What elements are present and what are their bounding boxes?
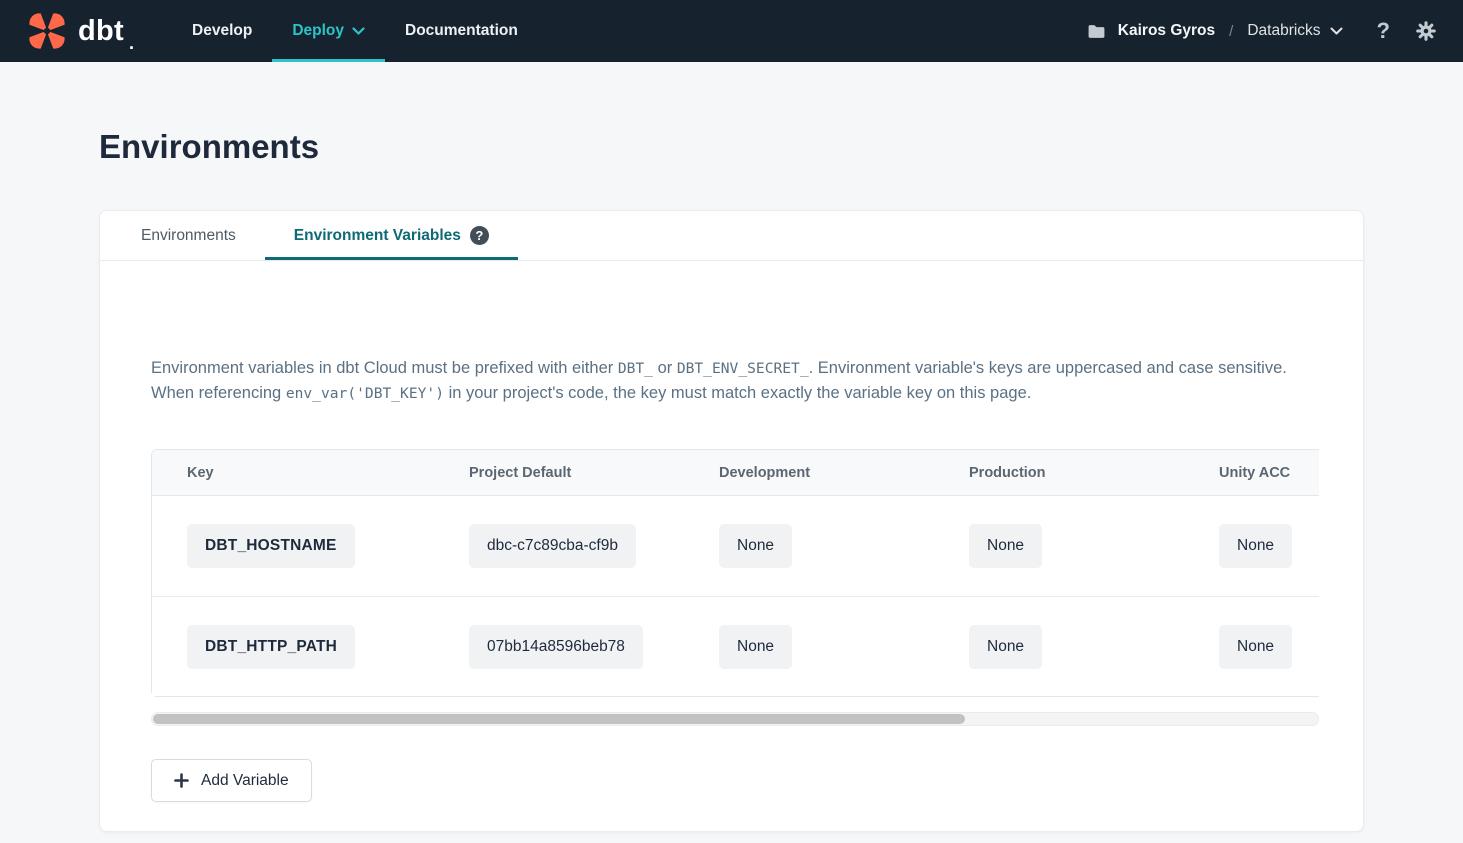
tab-panel-environment-variables: Environment variables in dbt Cloud must … (100, 356, 1363, 802)
chevron-down-icon (352, 27, 365, 36)
table-row: DBT_HOSTNAME dbc-c7c89cba-cf9b None None (152, 496, 1319, 596)
tab-label: Environments (141, 227, 236, 245)
development-cell: None (684, 625, 934, 669)
table-header-row: Key Project Default Development Producti… (152, 450, 1319, 496)
nav-item-deploy[interactable]: Deploy (272, 0, 385, 62)
column-header-project-default: Project Default (434, 465, 684, 481)
breadcrumb-separator: / (1227, 23, 1235, 40)
nav-item-label: Develop (192, 22, 252, 40)
code-snippet: DBT_ (618, 360, 653, 377)
description-text: Environment variables in dbt Cloud must … (151, 359, 618, 377)
brand-wordmark: dbt (78, 15, 124, 48)
code-snippet: env_var('DBT_KEY') (286, 385, 444, 402)
env-vars-description: Environment variables in dbt Cloud must … (151, 356, 1321, 406)
top-navbar: dbt . Develop Deploy Documentation Kairo… (0, 0, 1463, 62)
nav-item-develop[interactable]: Develop (172, 0, 272, 62)
column-header-unity-acc: Unity ACC (1184, 465, 1319, 481)
environment-switcher[interactable]: Databricks (1247, 22, 1342, 40)
variables-table-viewport: Key Project Default Development Producti… (151, 449, 1319, 697)
variable-value-chip[interactable]: 07bb14a8596beb78 (469, 625, 643, 669)
page-title: Environments (99, 128, 1463, 166)
brand-wordmark-dot: . (129, 33, 134, 54)
development-cell: None (684, 524, 934, 568)
variable-value-chip[interactable]: None (1219, 625, 1292, 669)
variable-key-chip[interactable]: DBT_HTTP_PATH (187, 625, 355, 669)
nav-item-label: Deploy (292, 22, 344, 40)
plus-icon (174, 773, 189, 788)
navbar-right: Kairos Gyros / Databricks ? (1087, 0, 1437, 62)
tab-environments[interactable]: Environments (112, 211, 265, 260)
table-row: DBT_HTTP_PATH 07bb14a8596beb78 None None (152, 596, 1319, 696)
project-default-cell: 07bb14a8596beb78 (434, 625, 684, 669)
tab-environment-variables[interactable]: Environment Variables ? (265, 211, 518, 260)
tab-label: Environment Variables (294, 227, 461, 245)
horizontal-scrollbar-thumb[interactable] (153, 714, 965, 724)
production-cell: None (934, 625, 1184, 669)
help-circle-icon[interactable]: ? (470, 226, 489, 245)
description-text: or (653, 359, 677, 377)
variable-value-chip[interactable]: dbc-c7c89cba-cf9b (469, 524, 636, 568)
column-header-development: Development (684, 465, 934, 481)
key-cell: DBT_HOSTNAME (152, 524, 434, 568)
project-name[interactable]: Kairos Gyros (1118, 22, 1215, 40)
tab-bar: Environments Environment Variables ? (100, 211, 1363, 261)
folder-icon (1087, 23, 1106, 40)
nav-item-label: Documentation (405, 22, 518, 40)
description-text: in your project's code, the key must mat… (444, 384, 1031, 402)
code-snippet: DBT_ENV_SECRET_ (677, 360, 809, 377)
column-header-key: Key (152, 465, 434, 481)
variable-key-chip[interactable]: DBT_HOSTNAME (187, 524, 355, 568)
variable-value-chip[interactable]: None (969, 625, 1042, 669)
column-header-production: Production (934, 465, 1184, 481)
dbt-logo[interactable]: dbt . (25, 0, 134, 62)
add-variable-button[interactable]: Add Variable (151, 759, 312, 802)
production-cell: None (934, 524, 1184, 568)
variable-value-chip[interactable]: None (719, 524, 792, 568)
horizontal-scrollbar-track[interactable] (151, 712, 1319, 726)
main-content: Environments Environments Environment Va… (0, 128, 1463, 832)
dbt-logo-icon (25, 9, 69, 53)
main-nav: Develop Deploy Documentation (172, 0, 538, 62)
variable-value-chip[interactable]: None (1219, 524, 1292, 568)
add-variable-label: Add Variable (201, 772, 289, 790)
nav-item-documentation[interactable]: Documentation (385, 0, 538, 62)
unity-acc-cell: None (1184, 625, 1319, 669)
variables-table: Key Project Default Development Producti… (151, 449, 1319, 697)
project-default-cell: dbc-c7c89cba-cf9b (434, 524, 684, 568)
environments-card: Environments Environment Variables ? Env… (99, 210, 1364, 832)
key-cell: DBT_HTTP_PATH (152, 625, 434, 669)
chevron-down-icon (1330, 27, 1343, 36)
gear-icon[interactable] (1415, 20, 1437, 42)
help-icon[interactable]: ? (1377, 18, 1390, 44)
variable-value-chip[interactable]: None (969, 524, 1042, 568)
connection-name: Databricks (1247, 22, 1320, 40)
variable-value-chip[interactable]: None (719, 625, 792, 669)
unity-acc-cell: None (1184, 524, 1319, 568)
